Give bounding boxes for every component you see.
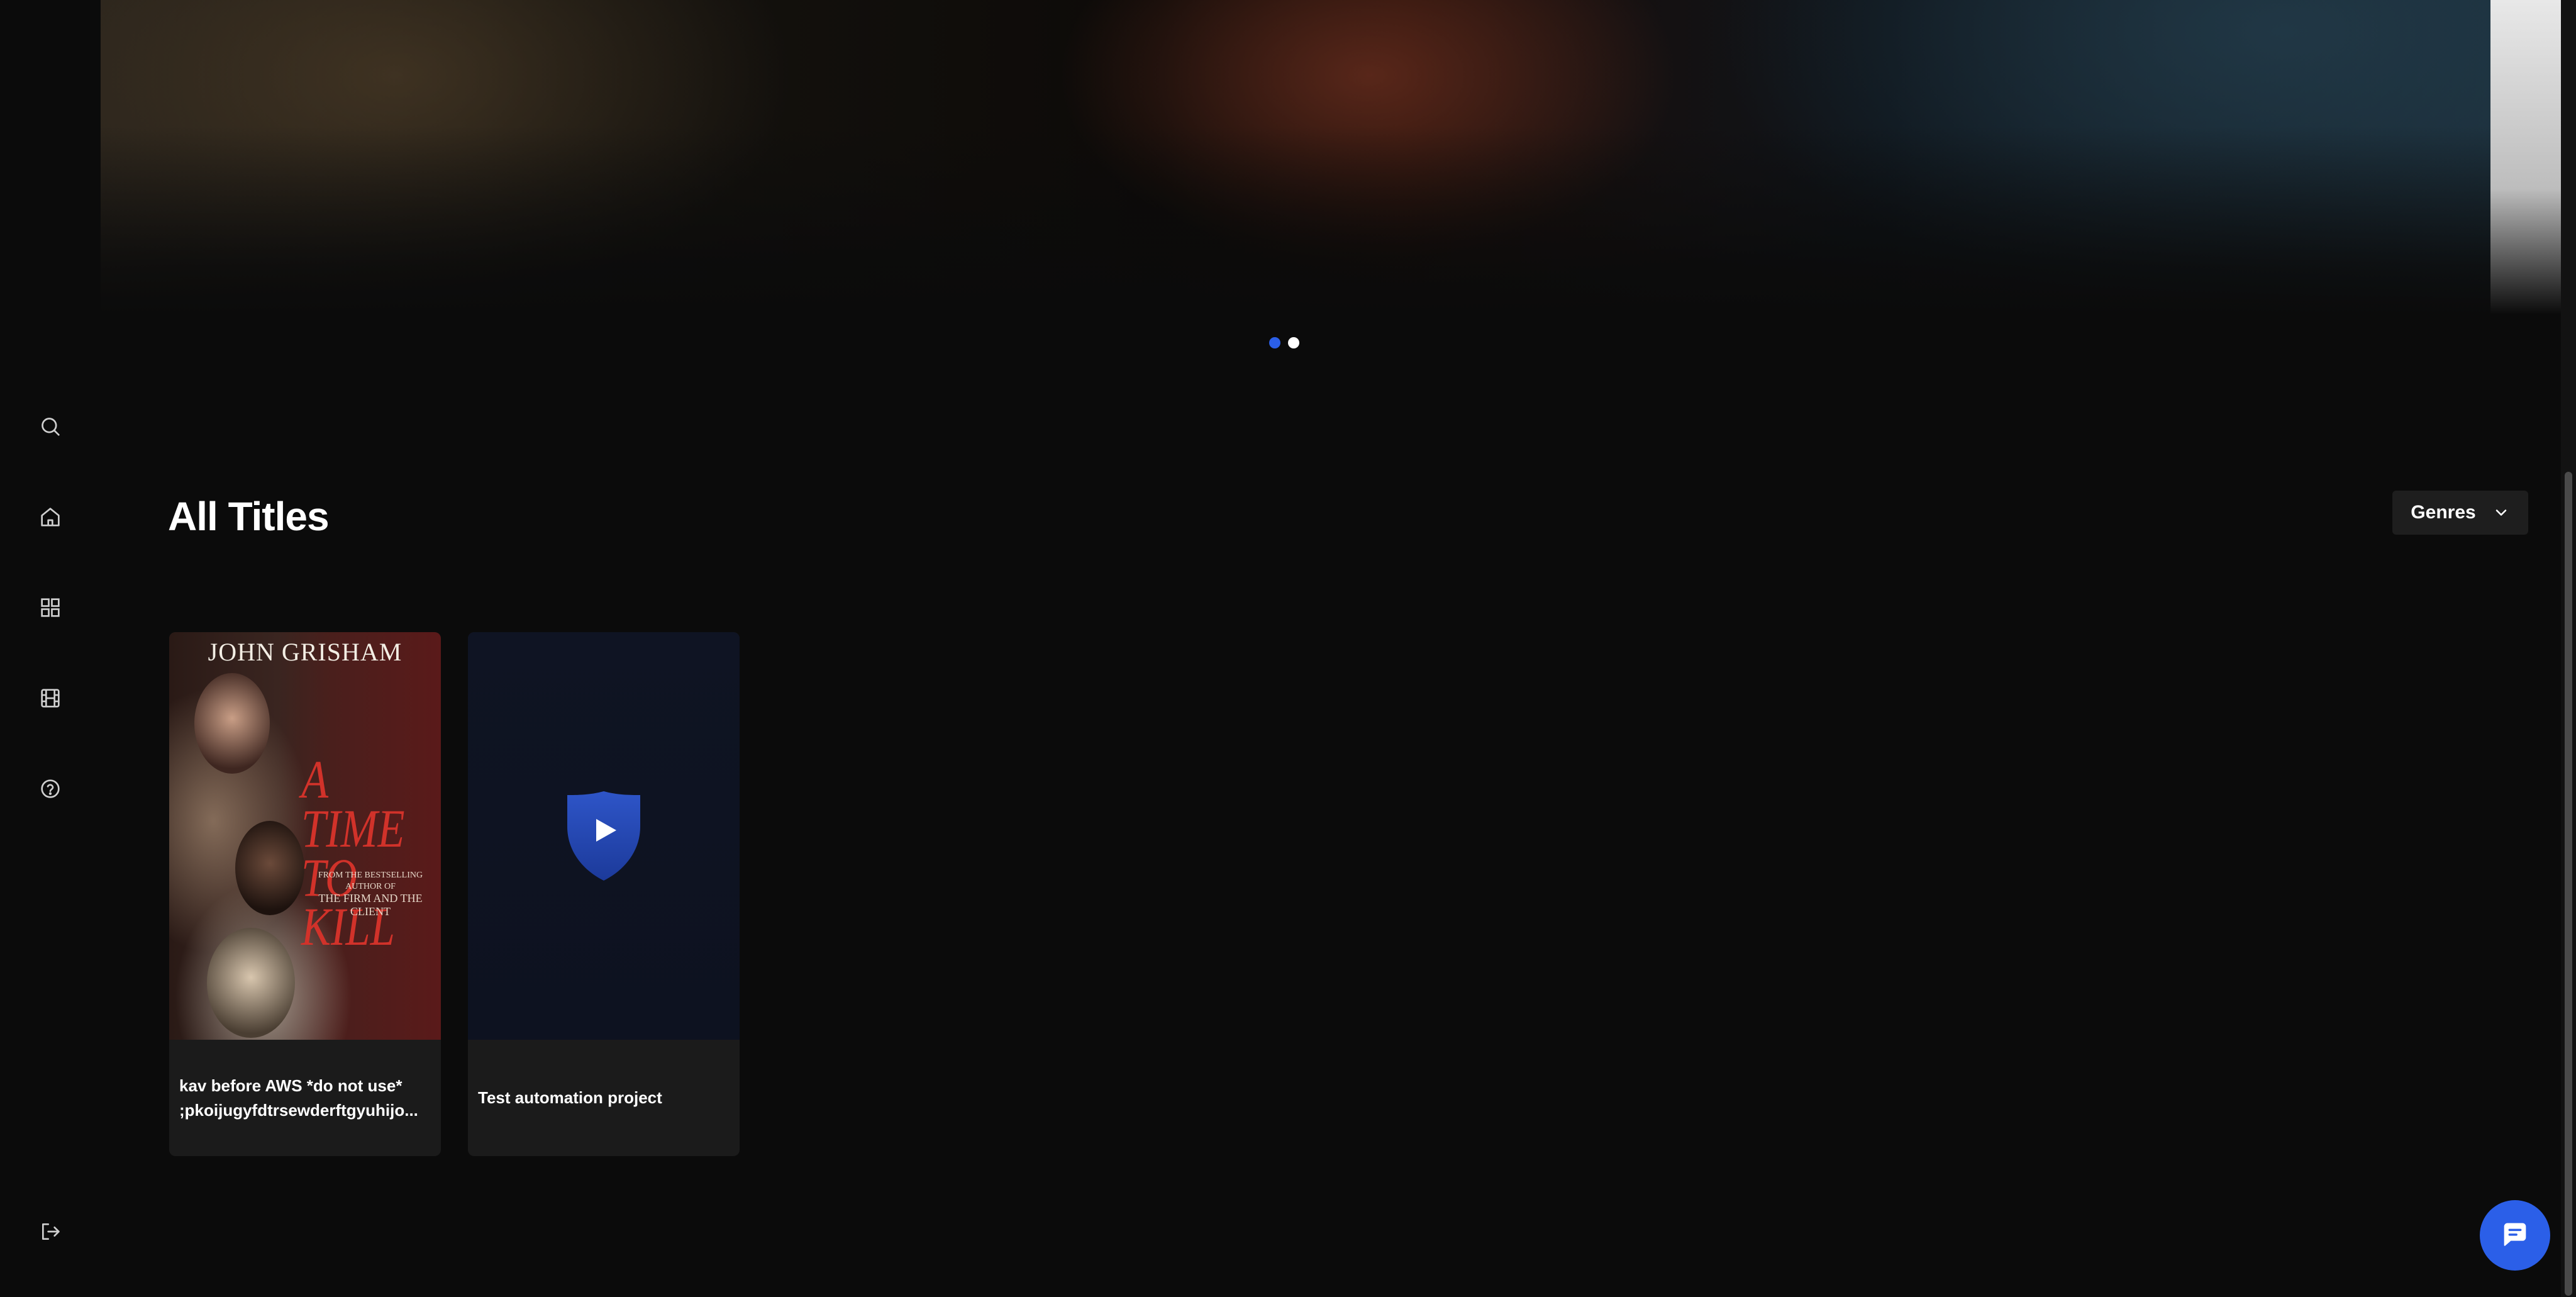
grid-icon[interactable] — [35, 593, 65, 623]
carousel-dot-1[interactable] — [1269, 337, 1280, 348]
poster-credit-line: FROM THE BESTSELLING AUTHOR OF — [318, 871, 423, 891]
film-icon[interactable] — [35, 683, 65, 713]
help-icon[interactable] — [35, 774, 65, 804]
title-caption-line: kav before AWS *do not use* — [179, 1076, 402, 1095]
poster-figure — [194, 673, 270, 774]
poster-title: A TIME TO KILL — [301, 749, 405, 957]
carousel-dot-2[interactable] — [1288, 337, 1299, 348]
carousel-dots — [1269, 337, 1299, 348]
title-card[interactable]: JOHN GRISHAM A TIME TO KILL FROM THE BES… — [169, 632, 441, 1156]
chevron-down-icon — [2496, 509, 2506, 516]
play-shield-icon — [567, 791, 640, 881]
movie-poster: JOHN GRISHAM A TIME TO KILL FROM THE BES… — [169, 632, 441, 1040]
chat-button[interactable] — [2480, 1200, 2550, 1271]
genres-label: Genres — [2411, 502, 2476, 523]
title-card[interactable]: Test automation project — [468, 632, 740, 1156]
poster-figure — [207, 928, 295, 1038]
title-caption-line: Test automation project — [478, 1088, 662, 1107]
title-caption: kav before AWS *do not use* ;pkoijugyfdt… — [179, 1040, 431, 1156]
search-icon[interactable] — [35, 411, 65, 442]
genres-dropdown[interactable]: Genres — [2392, 491, 2528, 535]
poster-credit: FROM THE BESTSELLING AUTHOR OF THE FIRM … — [308, 870, 433, 919]
logout-icon[interactable] — [35, 1216, 65, 1247]
sidebar — [0, 0, 101, 1297]
poster-credit-line: THE FIRM AND THE CLIENT — [318, 892, 423, 918]
poster-figure — [235, 821, 304, 915]
page-title: All Titles — [168, 494, 330, 539]
chat-icon — [2504, 1223, 2526, 1246]
title-thumbnail[interactable] — [468, 632, 740, 1040]
poster-author: JOHN GRISHAM — [208, 638, 402, 666]
home-icon[interactable] — [35, 502, 65, 532]
title-thumbnail[interactable]: JOHN GRISHAM A TIME TO KILL FROM THE BES… — [169, 632, 441, 1040]
title-caption: Test automation project — [478, 1040, 730, 1156]
hero-banner[interactable] — [80, 0, 2490, 315]
title-caption-line: ;pkoijugyfdtrsewderftgyuhijo... — [179, 1100, 418, 1120]
scrollbar-thumb[interactable] — [2565, 472, 2572, 1296]
